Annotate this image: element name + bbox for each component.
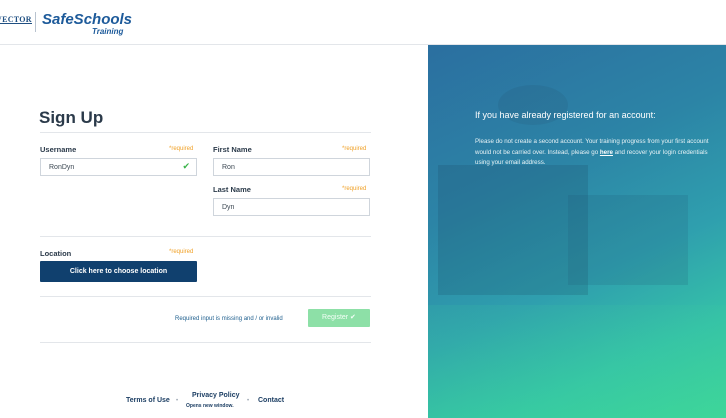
location-label: Location <box>40 249 72 258</box>
background-image-shape <box>438 165 588 295</box>
divider <box>40 132 371 133</box>
footer-separator: • <box>247 398 250 404</box>
header: VECTOR SafeSchools Training <box>0 0 726 45</box>
first-name-value: Ron <box>222 164 235 171</box>
info-text: Please do not create a second account. Y… <box>475 137 715 169</box>
privacy-policy-link[interactable]: Privacy Policy <box>192 392 239 399</box>
footer-separator: • <box>176 398 179 404</box>
first-name-required: *required <box>342 146 367 152</box>
last-name-required: *required <box>342 186 367 192</box>
valid-check-icon: ✔ <box>182 161 190 171</box>
contact-link[interactable]: Contact <box>258 397 284 404</box>
page-title: Sign Up <box>39 108 104 127</box>
safeschools-logo[interactable]: SafeSchools <box>42 11 132 28</box>
username-value: RonDyn <box>49 164 75 171</box>
signup-form: Sign Up Username *required RonDyn ✔ Firs… <box>0 45 428 418</box>
info-heading: If you have already registered for an ac… <box>475 110 656 120</box>
register-button[interactable]: Register ✔ <box>308 309 370 327</box>
divider <box>40 236 371 237</box>
divider <box>40 342 371 343</box>
vector-logo-underline <box>0 23 32 27</box>
username-field[interactable]: RonDyn ✔ <box>40 158 197 176</box>
terms-of-use-link[interactable]: Terms of Use <box>126 397 170 404</box>
logo-divider <box>35 12 36 32</box>
recover-credentials-link[interactable]: here <box>600 149 613 156</box>
last-name-field[interactable]: Dyn <box>213 198 370 216</box>
last-name-value: Dyn <box>222 204 235 211</box>
first-name-field[interactable]: Ron <box>213 158 370 176</box>
username-label: Username <box>40 145 77 154</box>
last-name-label: Last Name <box>213 185 251 194</box>
safeschools-logo-subtitle: Training <box>92 27 124 36</box>
vector-logo[interactable]: VECTOR <box>0 15 32 24</box>
location-required: *required <box>169 249 194 255</box>
background-image-shape <box>428 305 726 418</box>
username-required: *required <box>169 146 194 152</box>
choose-location-button[interactable]: Click here to choose location <box>40 261 197 282</box>
info-panel: If you have already registered for an ac… <box>428 45 726 418</box>
privacy-policy-note: Opens new window. <box>186 403 234 409</box>
background-image-shape <box>568 195 688 285</box>
divider <box>40 296 371 297</box>
first-name-label: First Name <box>213 145 252 154</box>
validation-error: Required input is missing and / or inval… <box>175 316 283 322</box>
